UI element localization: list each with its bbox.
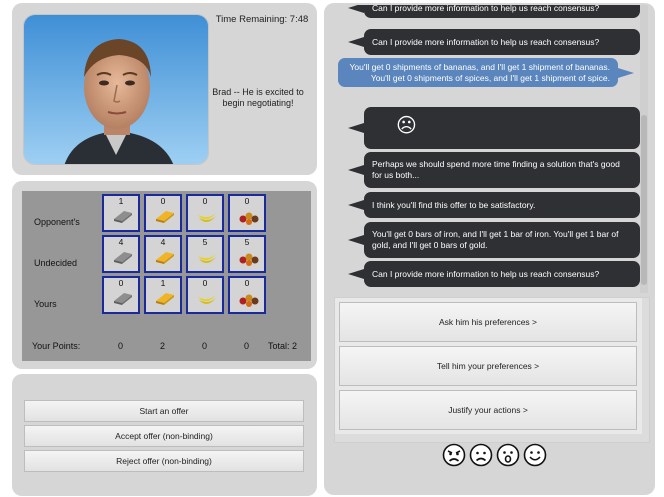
iron-bar-icon [114, 293, 132, 305]
chat-scrollbar[interactable] [640, 5, 648, 293]
bananas-icon [198, 213, 216, 223]
gold-bar-icon [156, 293, 174, 305]
spices-icon [239, 294, 259, 307]
preferences-horizontal-scrollbar[interactable] [335, 434, 649, 442]
chat-message-agent: Can I provide more information to help u… [348, 261, 640, 287]
chat-message-agent: Can I provide more information to help u… [348, 29, 640, 55]
justify-actions-button[interactable]: Justify your actions > [339, 390, 637, 430]
cell-opponent-spices[interactable]: 0 [228, 194, 266, 232]
points-gold: 2 [160, 341, 166, 351]
preferences-vertical-scrollbar[interactable] [642, 298, 649, 436]
cell-yours-iron[interactable]: 0 [102, 276, 140, 314]
chat-message-agent: Can I provide more information to help u… [348, 5, 640, 18]
total-points: Total: 2 [268, 341, 298, 351]
cell-undecided-gold[interactable]: 4 [144, 235, 182, 273]
cell-undecided-spices[interactable]: 5 [228, 235, 266, 273]
row-label-undecided: Undecided [34, 258, 78, 268]
ask-preferences-button[interactable]: Ask him his preferences > [339, 302, 637, 342]
emoji-bar [442, 443, 547, 469]
bananas-icon [198, 295, 216, 305]
chat-message-user: You'll get 0 shipments of bananas, and I… [338, 58, 634, 87]
cell-yours-gold[interactable]: 1 [144, 276, 182, 314]
sad-face-icon[interactable] [469, 443, 493, 467]
spices-icon [239, 253, 259, 266]
time-remaining: Time Remaining: 7:48 [215, 14, 309, 25]
points-iron: 0 [118, 341, 124, 351]
start-offer-button[interactable]: Start an offer [24, 400, 304, 422]
chat-log[interactable]: Can I provide more information to help u… [334, 5, 650, 293]
negotiation-board-panel: Opponent's Undecided Yours 1 0 0 0 4 4 5… [12, 181, 317, 369]
tell-preferences-button[interactable]: Tell him your preferences > [339, 346, 637, 386]
agent-panel: Time Remaining: 7:48 Brad -- He is excit… [12, 3, 317, 175]
points-spices: 0 [244, 341, 250, 351]
chat-message-agent: You'll get 0 bars of iron, and I'll get … [348, 222, 640, 258]
accept-offer-button[interactable]: Accept offer (non-binding) [24, 425, 304, 447]
cell-yours-bananas[interactable]: 0 [186, 276, 224, 314]
chat-panel: Can I provide more information to help u… [324, 3, 655, 495]
your-points-label: Your Points: [32, 341, 81, 351]
agent-avatar [23, 14, 209, 165]
chat-message-agent: Perhaps we should spend more time findin… [348, 152, 640, 188]
reject-offer-button[interactable]: Reject offer (non-binding) [24, 450, 304, 472]
cell-yours-spices[interactable]: 0 [228, 276, 266, 314]
offer-actions-panel: Start an offer Accept offer (non-binding… [12, 374, 317, 496]
row-label-opponent: Opponent's [34, 217, 80, 227]
row-label-yours: Yours [34, 299, 57, 309]
iron-bar-icon [114, 211, 132, 223]
happy-face-icon[interactable] [523, 443, 547, 467]
points-bananas: 0 [202, 341, 208, 351]
iron-bar-icon [114, 252, 132, 264]
cell-undecided-bananas[interactable]: 5 [186, 235, 224, 273]
agent-status-text: Brad -- He is excited to begin negotiati… [212, 87, 304, 108]
cell-opponent-bananas[interactable]: 0 [186, 194, 224, 232]
spices-icon [239, 212, 259, 225]
cell-opponent-iron[interactable]: 1 [102, 194, 140, 232]
gold-bar-icon [156, 252, 174, 264]
surprised-face-icon[interactable] [496, 443, 520, 467]
gold-bar-icon [156, 211, 174, 223]
cell-opponent-gold[interactable]: 0 [144, 194, 182, 232]
angry-face-icon[interactable] [442, 443, 466, 467]
chat-message-agent: I think you'll find this offer to be sat… [348, 192, 640, 218]
negotiation-board: Opponent's Undecided Yours 1 0 0 0 4 4 5… [22, 191, 311, 361]
chat-scroll-thumb[interactable] [641, 115, 647, 285]
chat-message-agent-sad-emoji: ☹ [348, 107, 640, 149]
bananas-icon [198, 254, 216, 264]
cell-undecided-iron[interactable]: 4 [102, 235, 140, 273]
preferences-panel: Ask him his preferences > Tell him your … [334, 297, 650, 443]
